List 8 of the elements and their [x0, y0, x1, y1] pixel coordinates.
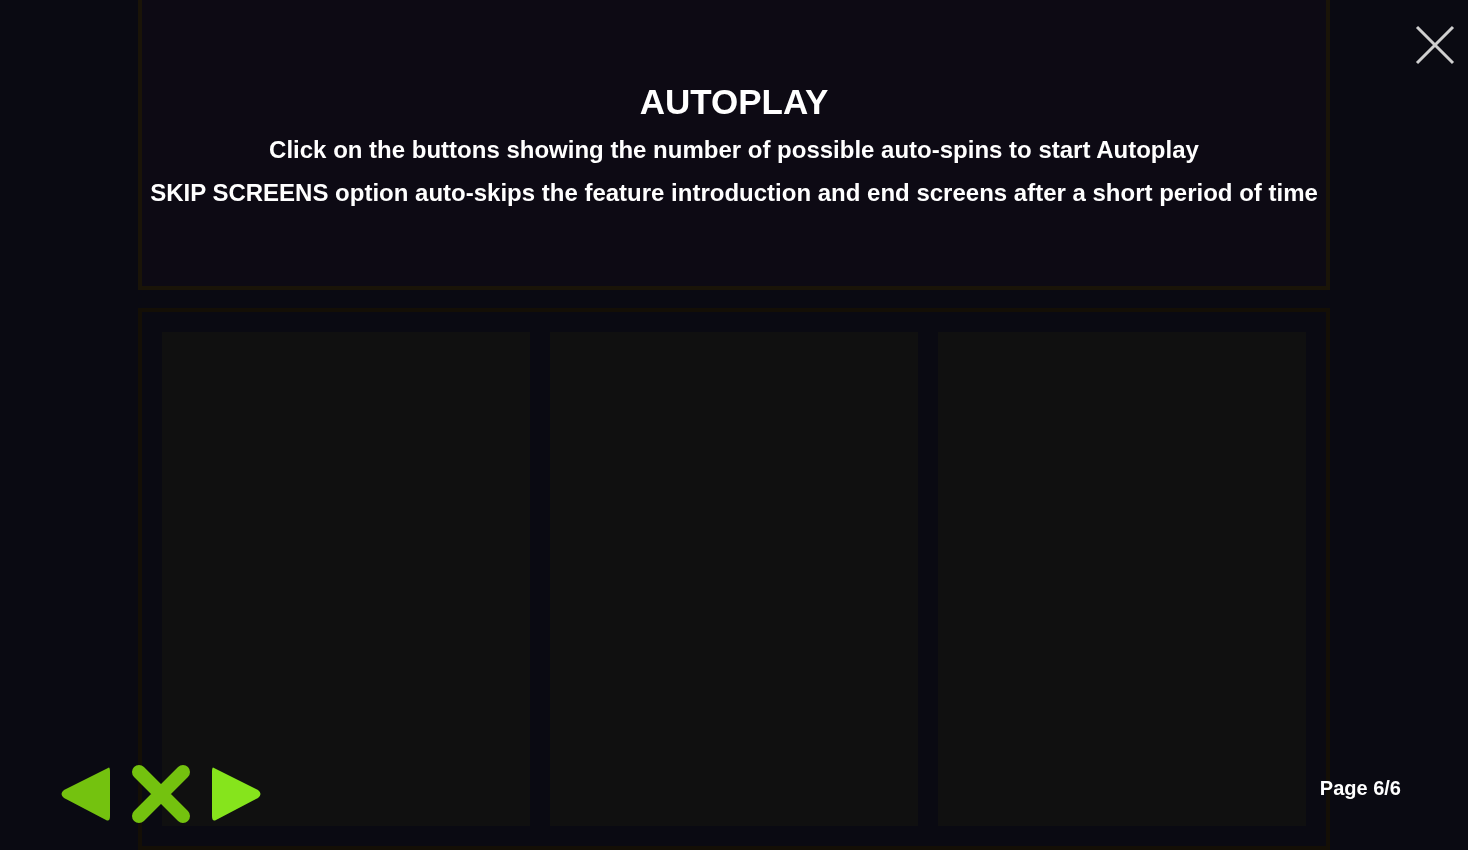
close-icon	[1414, 24, 1456, 66]
instruction-text: SKIP SCREENS option auto-skips the feature introduction and end screens after a short period of time	[150, 178, 1318, 208]
instruction-text: Click on the buttons showing the number of possible auto-spins to start Autoplay	[269, 135, 1199, 165]
page-indicator: Page 6/6	[1319, 776, 1401, 801]
close-button[interactable]	[1414, 24, 1456, 66]
close-help-button[interactable]	[130, 763, 192, 825]
x-icon	[130, 763, 192, 825]
page-title: AUTOPLAY	[639, 82, 829, 122]
